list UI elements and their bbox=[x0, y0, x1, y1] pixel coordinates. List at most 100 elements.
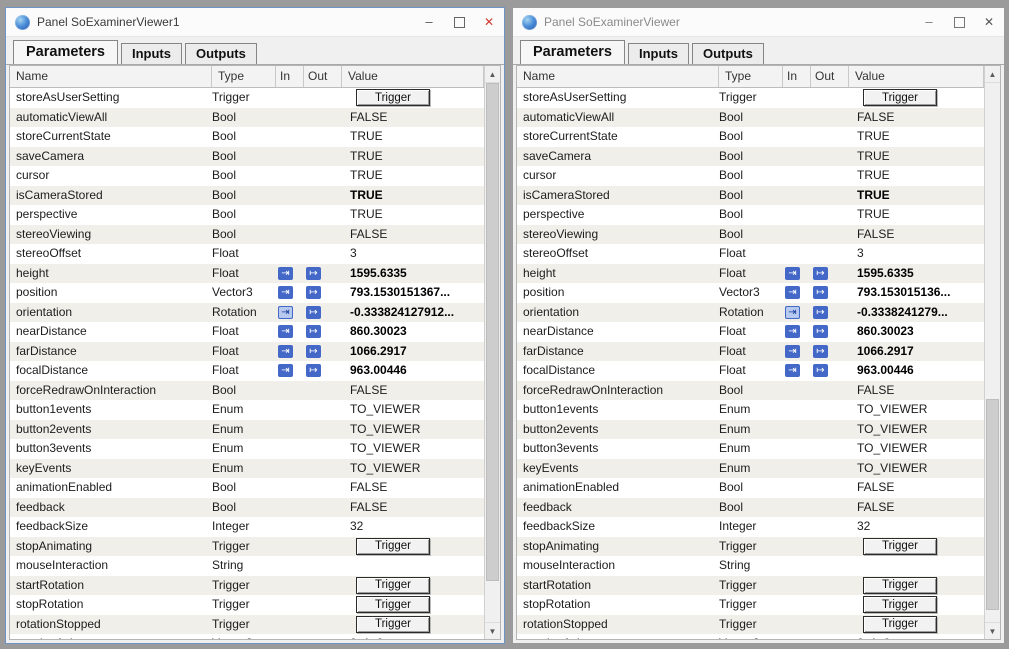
table-row[interactable]: button2eventsEnumTO_VIEWER bbox=[517, 420, 984, 440]
table-row[interactable]: perspectiveBoolTRUE bbox=[517, 205, 984, 225]
table-row[interactable]: stopRotationTriggerTrigger bbox=[10, 595, 484, 615]
input-connector-icon[interactable]: ⇥ bbox=[785, 267, 800, 280]
output-connector-icon[interactable]: ↦ bbox=[813, 325, 828, 338]
table-row[interactable]: button3eventsEnumTO_VIEWER bbox=[517, 439, 984, 459]
output-connector-icon[interactable]: ↦ bbox=[306, 345, 321, 358]
table-row[interactable]: heightFloat⇥↦1595.6335 bbox=[10, 264, 484, 284]
table-row[interactable]: animationEnabledBoolFALSE bbox=[517, 478, 984, 498]
scroll-up-icon[interactable]: ▲ bbox=[985, 66, 1000, 83]
tab-outputs[interactable]: Outputs bbox=[185, 43, 257, 64]
table-row[interactable]: button2eventsEnumTO_VIEWER bbox=[10, 420, 484, 440]
scroll-up-icon[interactable]: ▲ bbox=[485, 66, 500, 83]
table-row[interactable]: cursorBoolTRUE bbox=[517, 166, 984, 186]
table-row[interactable]: stereoViewingBoolFALSE bbox=[517, 225, 984, 245]
table-row[interactable]: orientationRotation⇥↦-0.333824127912... bbox=[10, 303, 484, 323]
table-row[interactable]: rotationAxisVector30, 1, 0 bbox=[517, 634, 984, 640]
tab-outputs[interactable]: Outputs bbox=[692, 43, 764, 64]
table-row[interactable]: mouseInteractionString bbox=[517, 556, 984, 576]
input-connector-icon[interactable]: ⇥ bbox=[278, 345, 293, 358]
scroll-down-icon[interactable]: ▼ bbox=[485, 622, 500, 639]
table-row[interactable]: automaticViewAllBoolFALSE bbox=[10, 108, 484, 128]
tab-parameters[interactable]: Parameters bbox=[13, 40, 118, 64]
minimize-button[interactable]: – bbox=[414, 8, 444, 36]
output-connector-icon[interactable]: ↦ bbox=[813, 286, 828, 299]
table-row[interactable]: heightFloat⇥↦1595.6335 bbox=[517, 264, 984, 284]
table-row[interactable]: positionVector3⇥↦793.1530151367... bbox=[10, 283, 484, 303]
table-row[interactable]: farDistanceFloat⇥↦1066.2917 bbox=[517, 342, 984, 362]
table-row[interactable]: forceRedrawOnInteractionBoolFALSE bbox=[517, 381, 984, 401]
table-row[interactable]: rotationAxisVector30, 1, 0 bbox=[10, 634, 484, 640]
vertical-scrollbar[interactable]: ▲ ▼ bbox=[984, 66, 1000, 639]
tab-parameters[interactable]: Parameters bbox=[520, 40, 625, 64]
output-connector-icon[interactable]: ↦ bbox=[813, 267, 828, 280]
table-row[interactable]: saveCameraBoolTRUE bbox=[10, 147, 484, 167]
table-row[interactable]: focalDistanceFloat⇥↦963.00446 bbox=[10, 361, 484, 381]
scrollbar-thumb[interactable] bbox=[486, 83, 499, 581]
table-row[interactable]: keyEventsEnumTO_VIEWER bbox=[517, 459, 984, 479]
input-connector-icon[interactable]: ⇥ bbox=[278, 286, 293, 299]
tab-inputs[interactable]: Inputs bbox=[628, 43, 689, 64]
trigger-button[interactable]: Trigger bbox=[356, 89, 430, 106]
table-row[interactable]: nearDistanceFloat⇥↦860.30023 bbox=[10, 322, 484, 342]
input-connector-icon[interactable]: ⇥ bbox=[278, 267, 293, 280]
maximize-button[interactable] bbox=[944, 8, 974, 36]
table-row[interactable]: stereoOffsetFloat3 bbox=[10, 244, 484, 264]
trigger-button[interactable]: Trigger bbox=[356, 596, 430, 613]
table-row[interactable]: stopAnimatingTriggerTrigger bbox=[10, 537, 484, 557]
input-connector-icon[interactable]: ⇥ bbox=[785, 286, 800, 299]
table-row[interactable]: storeCurrentStateBoolTRUE bbox=[10, 127, 484, 147]
output-connector-icon[interactable]: ↦ bbox=[306, 286, 321, 299]
output-connector-icon[interactable]: ↦ bbox=[813, 364, 828, 377]
table-row[interactable]: isCameraStoredBoolTRUE bbox=[517, 186, 984, 206]
output-connector-icon[interactable]: ↦ bbox=[813, 306, 828, 319]
table-row[interactable]: startRotationTriggerTrigger bbox=[517, 576, 984, 596]
table-row[interactable]: button3eventsEnumTO_VIEWER bbox=[10, 439, 484, 459]
trigger-button[interactable]: Trigger bbox=[356, 577, 430, 594]
table-row[interactable]: cursorBoolTRUE bbox=[10, 166, 484, 186]
table-row[interactable]: feedbackBoolFALSE bbox=[517, 498, 984, 518]
trigger-button[interactable]: Trigger bbox=[863, 577, 937, 594]
table-row[interactable]: rotationStoppedTriggerTrigger bbox=[517, 615, 984, 635]
table-row[interactable]: focalDistanceFloat⇥↦963.00446 bbox=[517, 361, 984, 381]
table-row[interactable]: keyEventsEnumTO_VIEWER bbox=[10, 459, 484, 479]
table-row[interactable]: feedbackSizeInteger32 bbox=[517, 517, 984, 537]
trigger-button[interactable]: Trigger bbox=[863, 538, 937, 555]
trigger-button[interactable]: Trigger bbox=[356, 616, 430, 633]
table-row[interactable]: startRotationTriggerTrigger bbox=[10, 576, 484, 596]
table-row[interactable]: stereoOffsetFloat3 bbox=[517, 244, 984, 264]
table-row[interactable]: feedbackSizeInteger32 bbox=[10, 517, 484, 537]
close-button[interactable]: ✕ bbox=[474, 8, 504, 36]
output-connector-icon[interactable]: ↦ bbox=[306, 267, 321, 280]
table-row[interactable]: perspectiveBoolTRUE bbox=[10, 205, 484, 225]
table-row[interactable]: feedbackBoolFALSE bbox=[10, 498, 484, 518]
close-button[interactable]: ✕ bbox=[974, 8, 1004, 36]
input-connector-icon[interactable]: ⇥ bbox=[785, 364, 800, 377]
input-connector-icon[interactable]: ⇥ bbox=[278, 306, 293, 319]
table-row[interactable]: farDistanceFloat⇥↦1066.2917 bbox=[10, 342, 484, 362]
table-row[interactable]: storeAsUserSettingTriggerTrigger bbox=[10, 88, 484, 108]
output-connector-icon[interactable]: ↦ bbox=[306, 325, 321, 338]
table-row[interactable]: rotationStoppedTriggerTrigger bbox=[10, 615, 484, 635]
input-connector-icon[interactable]: ⇥ bbox=[785, 325, 800, 338]
input-connector-icon[interactable]: ⇥ bbox=[278, 325, 293, 338]
minimize-button[interactable]: – bbox=[914, 8, 944, 36]
table-row[interactable]: stereoViewingBoolFALSE bbox=[10, 225, 484, 245]
table-row[interactable]: nearDistanceFloat⇥↦860.30023 bbox=[517, 322, 984, 342]
table-row[interactable]: positionVector3⇥↦793.153015136... bbox=[517, 283, 984, 303]
tab-inputs[interactable]: Inputs bbox=[121, 43, 182, 64]
scroll-down-icon[interactable]: ▼ bbox=[985, 622, 1000, 639]
table-row[interactable]: storeCurrentStateBoolTRUE bbox=[517, 127, 984, 147]
trigger-button[interactable]: Trigger bbox=[863, 89, 937, 106]
output-connector-icon[interactable]: ↦ bbox=[306, 306, 321, 319]
input-connector-icon[interactable]: ⇥ bbox=[785, 306, 800, 319]
trigger-button[interactable]: Trigger bbox=[863, 616, 937, 633]
titlebar[interactable]: Panel SoExaminerViewer – ✕ bbox=[513, 8, 1004, 37]
table-row[interactable]: stopAnimatingTriggerTrigger bbox=[517, 537, 984, 557]
trigger-button[interactable]: Trigger bbox=[863, 596, 937, 613]
table-row[interactable]: mouseInteractionString bbox=[10, 556, 484, 576]
trigger-button[interactable]: Trigger bbox=[356, 538, 430, 555]
input-connector-icon[interactable]: ⇥ bbox=[785, 345, 800, 358]
titlebar[interactable]: Panel SoExaminerViewer1 – ✕ bbox=[6, 8, 504, 37]
output-connector-icon[interactable]: ↦ bbox=[306, 364, 321, 377]
table-row[interactable]: isCameraStoredBoolTRUE bbox=[10, 186, 484, 206]
